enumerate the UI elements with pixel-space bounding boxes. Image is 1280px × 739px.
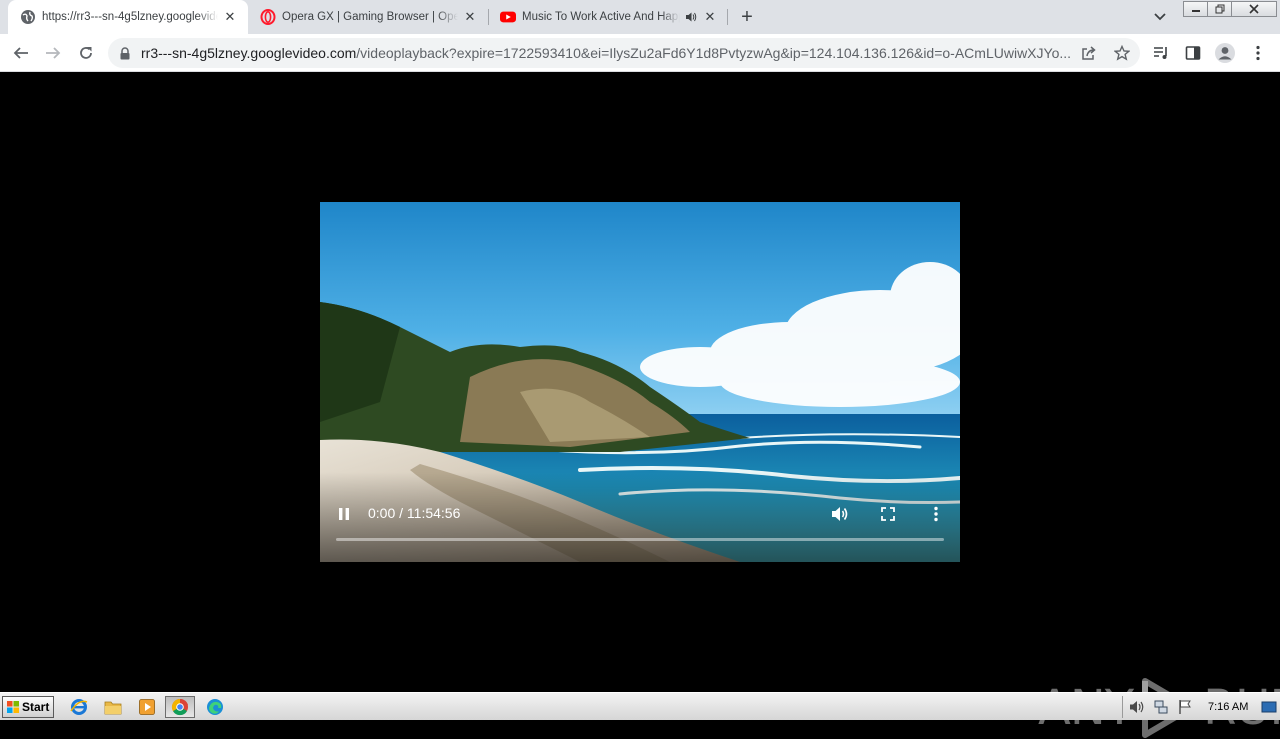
youtube-icon [500, 9, 516, 25]
chrome-icon [171, 698, 188, 716]
pause-icon[interactable] [334, 504, 354, 524]
browser-toolbar: rr3---sn-4g5lzney.googlevideo.com/videop… [0, 34, 1280, 72]
tab-title: Opera GX | Gaming Browser | Opera [282, 11, 458, 23]
page-content: 0:00 / 11:54:56 ANY RUN [0, 72, 1280, 738]
address-bar[interactable]: rr3---sn-4g5lzney.googlevideo.com/videop… [108, 38, 1140, 68]
lock-icon[interactable] [118, 45, 132, 61]
tab-close-icon[interactable]: ✕ [222, 9, 238, 25]
seek-bar[interactable] [336, 538, 944, 541]
back-arrow-icon[interactable] [9, 41, 33, 65]
kebab-menu-icon[interactable] [1246, 41, 1270, 65]
side-panel-icon[interactable] [1181, 41, 1205, 65]
forward-arrow-icon[interactable] [41, 41, 65, 65]
media-player-icon[interactable] [136, 697, 158, 717]
new-tab-plus-icon[interactable]: + [737, 6, 757, 28]
fullscreen-icon[interactable] [876, 503, 900, 525]
tab-opera[interactable]: Opera GX | Gaming Browser | Opera ✕ [248, 0, 488, 34]
start-label: Start [22, 700, 50, 714]
url-host: rr3---sn-4g5lzney.googlevideo.com [141, 45, 357, 61]
url-text[interactable]: rr3---sn-4g5lzney.googlevideo.com/videop… [141, 45, 1076, 62]
start-button[interactable]: Start [2, 696, 54, 718]
taskbar-clock[interactable]: 7:16 AM [1208, 701, 1248, 713]
tab-title: Music To Work Active And Happy [522, 11, 680, 23]
network-tray-icon[interactable] [1153, 699, 1169, 715]
time-display: 0:00 / 11:54:56 [368, 505, 461, 521]
windows-taskbar: Start 7:16 AM [0, 692, 1280, 720]
url-path: /videoplayback?expire=1722593410&ei=Ilys… [356, 45, 1072, 61]
share-icon[interactable] [1078, 42, 1100, 64]
edge-icon[interactable] [204, 697, 226, 717]
profile-avatar-icon[interactable] [1213, 41, 1237, 65]
speaker-icon[interactable] [684, 10, 698, 24]
chevron-down-icon[interactable] [1152, 9, 1168, 25]
tab-strip: https://rr3---sn-4g5lzney.googlevideo.co… [0, 0, 1280, 34]
tab-title: https://rr3---sn-4g5lzney.googlevideo.co… [42, 11, 218, 23]
tab-youtube[interactable]: Music To Work Active And Happy ✕ [488, 0, 728, 34]
action-center-flag-icon[interactable] [1177, 699, 1193, 715]
chrome-taskbar-button[interactable] [165, 696, 195, 718]
windows-flag-icon [7, 701, 19, 713]
system-tray [1122, 696, 1278, 718]
tab-googlevideo[interactable]: https://rr3---sn-4g5lzney.googlevideo.co… [8, 0, 248, 34]
restore-button[interactable] [1207, 1, 1232, 17]
tab-close-icon[interactable]: ✕ [462, 9, 478, 25]
close-window-button[interactable] [1231, 1, 1277, 17]
file-explorer-icon[interactable] [102, 697, 124, 717]
video-more-options-icon[interactable] [924, 503, 948, 525]
opera-icon [260, 9, 276, 25]
video-player[interactable]: 0:00 / 11:54:56 [320, 202, 960, 562]
reload-icon[interactable] [74, 41, 98, 65]
globe-icon [20, 9, 36, 25]
minimize-button[interactable] [1183, 1, 1208, 17]
internet-explorer-icon[interactable] [68, 697, 90, 717]
tab-close-icon[interactable]: ✕ [702, 9, 718, 25]
volume-icon[interactable] [828, 503, 852, 525]
star-icon[interactable] [1111, 42, 1133, 64]
media-controls-icon[interactable] [1149, 41, 1173, 65]
show-desktop-icon[interactable] [1261, 699, 1277, 715]
volume-tray-icon[interactable] [1129, 699, 1145, 715]
tab-separator [727, 9, 728, 25]
